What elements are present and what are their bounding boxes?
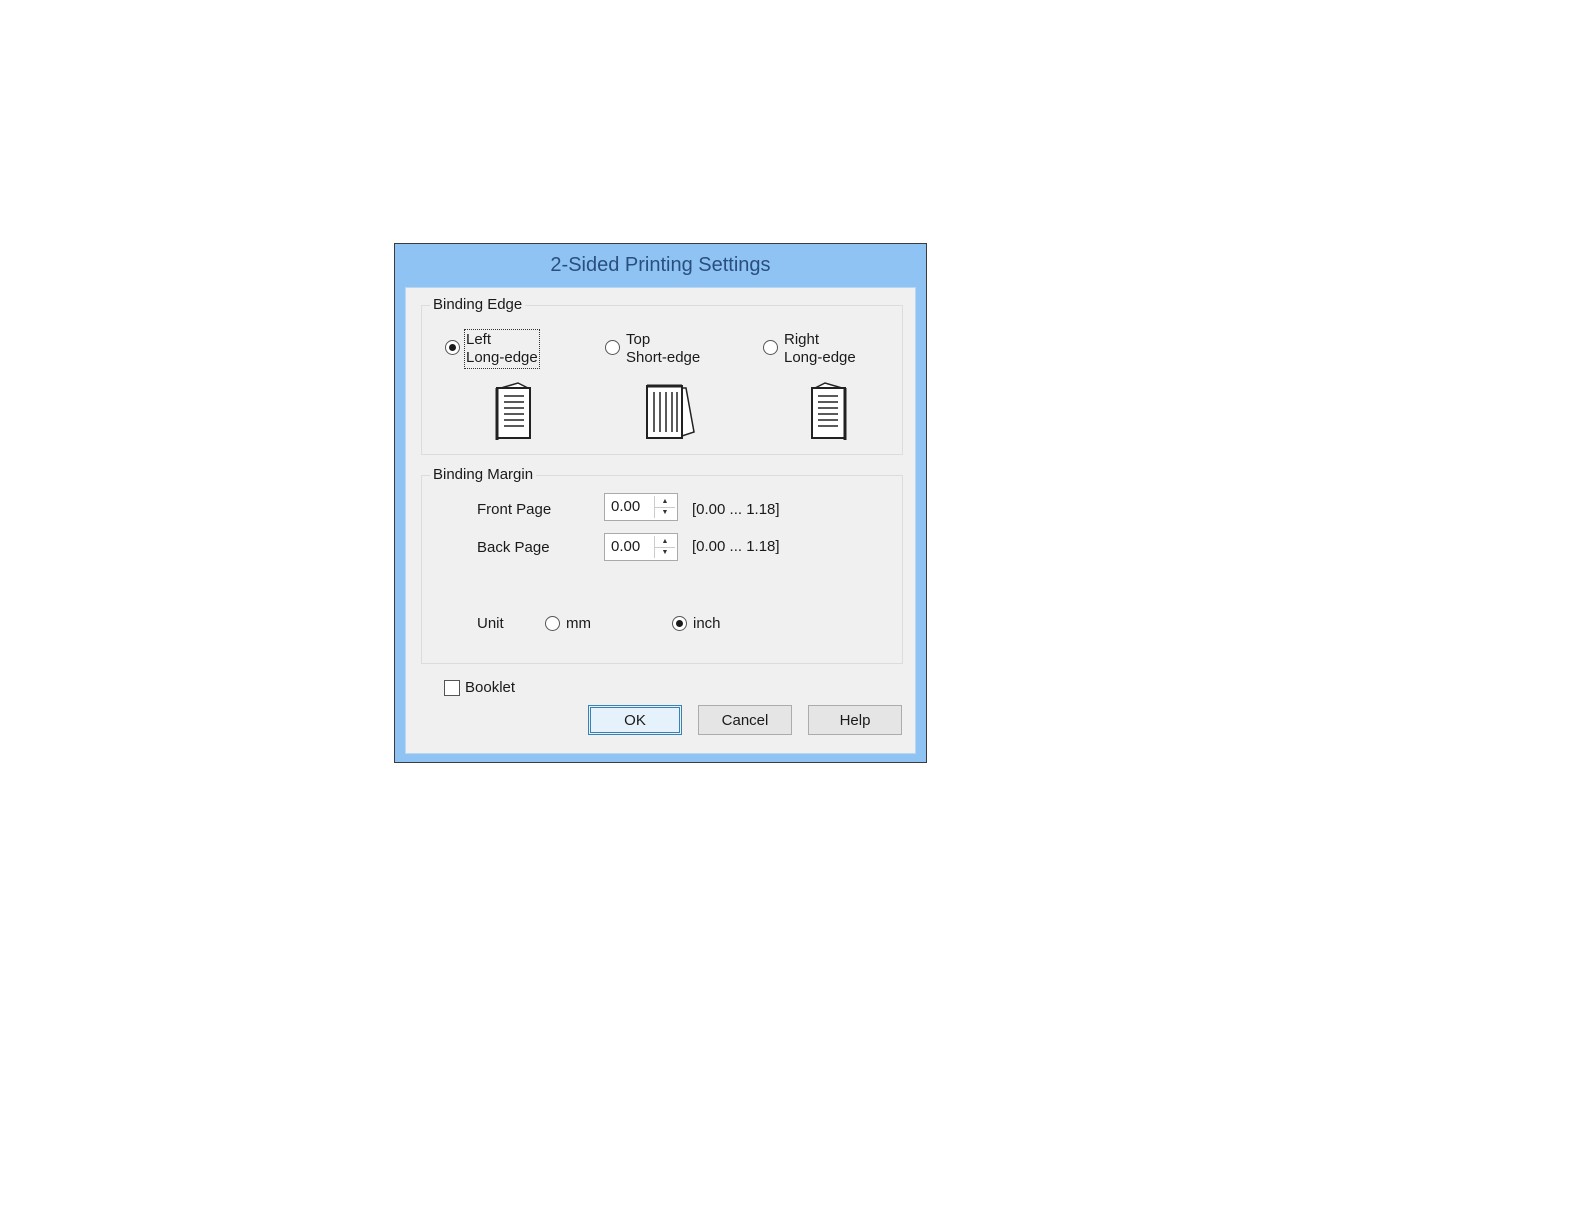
unit-mm-label[interactable]: mm (566, 615, 591, 633)
radio-left-long-edge[interactable] (445, 340, 460, 355)
dialog-client-area: Binding Edge Left Long-edge Top Short-ed… (405, 287, 916, 754)
binding-margin-title: Binding Margin (430, 466, 537, 483)
two-sided-printing-dialog: 2-Sided Printing Settings Binding Edge L… (394, 243, 927, 763)
ok-button[interactable]: OK (588, 705, 682, 735)
back-page-value[interactable]: 0.00 (611, 538, 640, 555)
back-page-down-icon[interactable]: ▼ (655, 548, 675, 559)
dialog-title: 2-Sided Printing Settings (550, 253, 771, 276)
booklet-checkbox[interactable] (444, 680, 460, 696)
binding-margin-group: Binding Margin Front Page 0.00 ▲ ▼ [0.00… (421, 466, 903, 664)
back-page-range: [0.00 ... 1.18] (692, 538, 780, 555)
radio-unit-inch[interactable] (672, 616, 687, 631)
label-left-long-edge[interactable]: Left Long-edge (464, 329, 540, 369)
front-page-label: Front Page (477, 501, 552, 518)
right-bound-document-icon (811, 382, 847, 440)
front-page-up-icon[interactable]: ▲ (655, 496, 675, 508)
front-page-value[interactable]: 0.00 (611, 498, 640, 515)
back-page-spinner[interactable]: 0.00 ▲ ▼ (604, 533, 678, 561)
label-right-long-edge[interactable]: Right Long-edge (784, 331, 856, 367)
top-bound-document-icon (646, 384, 695, 439)
front-page-down-icon[interactable]: ▼ (655, 508, 675, 519)
label-top-short-edge[interactable]: Top Short-edge (626, 331, 700, 367)
left-bound-document-icon (495, 382, 531, 440)
unit-inch-label[interactable]: inch (693, 615, 721, 633)
back-page-up-icon[interactable]: ▲ (655, 536, 675, 548)
cancel-button[interactable]: Cancel (698, 705, 792, 735)
radio-unit-mm[interactable] (545, 616, 560, 631)
front-page-range: [0.00 ... 1.18] (692, 501, 780, 518)
front-page-spinner[interactable]: 0.00 ▲ ▼ (604, 493, 678, 521)
unit-label: Unit (477, 615, 504, 632)
radio-top-short-edge[interactable] (605, 340, 620, 355)
back-page-label: Back Page (477, 539, 550, 556)
help-button[interactable]: Help (808, 705, 902, 735)
binding-edge-group: Binding Edge Left Long-edge Top Short-ed… (421, 296, 903, 455)
radio-right-long-edge[interactable] (763, 340, 778, 355)
booklet-label[interactable]: Booklet (465, 679, 515, 697)
binding-edge-title: Binding Edge (430, 296, 526, 313)
